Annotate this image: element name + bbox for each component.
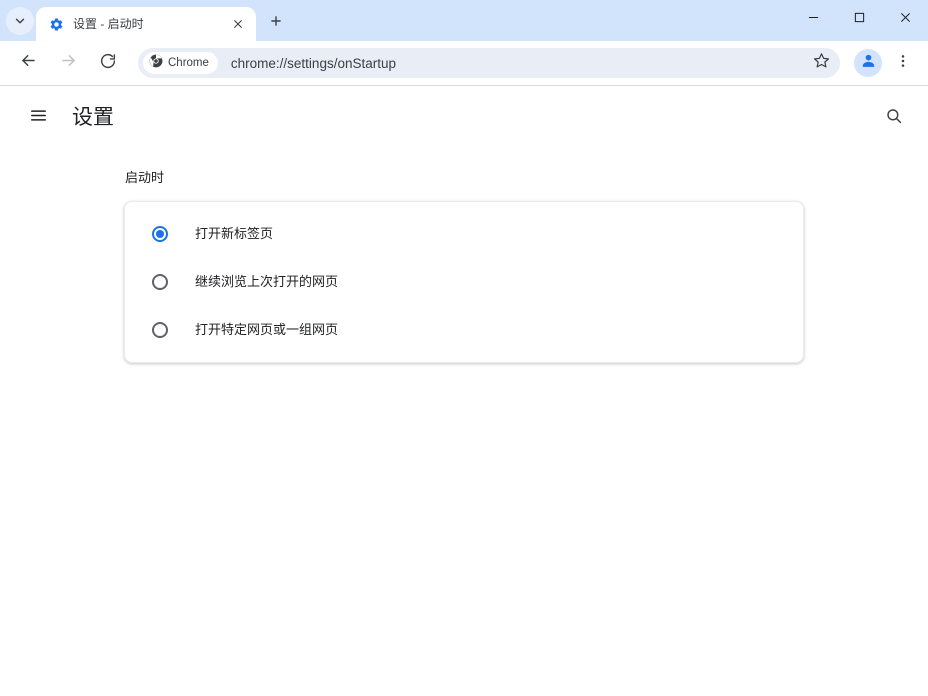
reload-button[interactable] <box>92 47 124 79</box>
radio-option-label: 继续浏览上次打开的网页 <box>195 274 339 289</box>
radio-button[interactable] <box>152 322 168 338</box>
section-heading-on-startup: 启动时 <box>125 170 165 185</box>
browser-window: 设置 - 启动时 Chrome chrome://settings/onStar… <box>0 0 928 696</box>
page-title: 设置 <box>72 106 114 129</box>
settings-body: 启动时 打开新标签页 继续浏览上次打开的网页 打开特定网页或一组网页 <box>0 168 928 363</box>
address-bar[interactable]: Chrome chrome://settings/onStartup <box>138 48 840 78</box>
forward-button[interactable] <box>52 47 84 79</box>
maximize-button[interactable] <box>836 0 882 34</box>
radio-option-open-specific-pages[interactable]: 打开特定网页或一组网页 <box>125 306 803 354</box>
tab-close-button[interactable] <box>228 14 248 34</box>
gear-icon <box>48 16 64 32</box>
chrome-logo-icon <box>149 54 163 73</box>
radio-button[interactable] <box>152 274 168 290</box>
plus-icon <box>269 14 283 33</box>
chrome-origin-chip[interactable]: Chrome <box>143 52 218 74</box>
settings-page: 设置 启动时 打开新标签页 继续浏览上次打开的网页 打开特定网页或一组网页 <box>0 86 928 696</box>
browser-menu-button[interactable] <box>888 48 918 78</box>
window-controls <box>790 0 928 41</box>
bookmark-button[interactable] <box>808 50 834 76</box>
hamburger-menu-icon <box>29 106 48 130</box>
arrow-right-icon <box>59 51 78 75</box>
search-icon <box>885 107 903 130</box>
account-avatar-icon <box>860 52 877 74</box>
settings-menu-button[interactable] <box>20 100 56 136</box>
tab-search-button[interactable] <box>6 7 34 35</box>
new-tab-button[interactable] <box>262 9 290 37</box>
arrow-left-icon <box>19 51 38 75</box>
address-bar-url[interactable]: chrome://settings/onStartup <box>231 56 808 71</box>
window-close-button[interactable] <box>882 0 928 34</box>
radio-button-selected[interactable] <box>152 226 168 242</box>
three-dot-menu-icon <box>895 53 911 74</box>
browser-toolbar: Chrome chrome://settings/onStartup <box>0 41 928 86</box>
star-icon <box>813 52 830 74</box>
tab-active[interactable]: 设置 - 启动时 <box>36 7 256 41</box>
tab-strip: 设置 - 启动时 <box>0 0 928 41</box>
radio-option-label: 打开特定网页或一组网页 <box>195 322 339 337</box>
minimize-button[interactable] <box>790 0 836 34</box>
chevron-down-icon <box>13 14 27 28</box>
reload-icon <box>99 52 117 75</box>
chrome-chip-label: Chrome <box>168 57 209 69</box>
settings-search-button[interactable] <box>876 100 912 136</box>
back-button[interactable] <box>12 47 44 79</box>
radio-option-open-new-tab[interactable]: 打开新标签页 <box>125 210 803 258</box>
on-startup-options-card: 打开新标签页 继续浏览上次打开的网页 打开特定网页或一组网页 <box>124 201 804 363</box>
settings-header: 设置 <box>0 90 928 146</box>
tab-title: 设置 - 启动时 <box>73 17 144 31</box>
profile-avatar-button[interactable] <box>854 49 882 77</box>
radio-option-continue-where-left-off[interactable]: 继续浏览上次打开的网页 <box>125 258 803 306</box>
radio-option-label: 打开新标签页 <box>195 226 274 241</box>
